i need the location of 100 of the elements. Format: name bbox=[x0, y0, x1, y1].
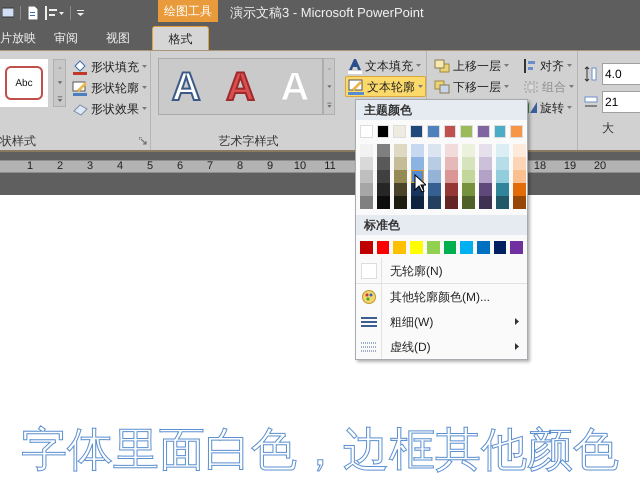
color-swatch[interactable] bbox=[513, 144, 526, 157]
color-swatch[interactable] bbox=[445, 144, 458, 157]
color-swatch[interactable] bbox=[479, 196, 492, 209]
color-swatch[interactable] bbox=[479, 183, 492, 196]
ribbon-command[interactable]: 形状填充 bbox=[69, 56, 150, 77]
document-icon[interactable] bbox=[27, 6, 39, 20]
color-swatch[interactable] bbox=[394, 170, 407, 183]
empty-swatch-icon bbox=[360, 262, 376, 278]
color-swatch[interactable] bbox=[377, 183, 390, 196]
ribbon-tab[interactable]: 视图 bbox=[92, 26, 144, 50]
color-swatch[interactable] bbox=[513, 157, 526, 170]
customize-toolbar-icon[interactable] bbox=[77, 10, 84, 16]
menu-item[interactable]: 虚线(D) bbox=[356, 334, 527, 359]
color-swatch[interactable] bbox=[444, 125, 456, 138]
color-swatch[interactable] bbox=[513, 183, 526, 196]
color-swatch[interactable] bbox=[496, 144, 509, 157]
color-swatch[interactable] bbox=[394, 196, 407, 209]
dialog-launcher-icon[interactable] bbox=[139, 137, 147, 145]
color-swatch[interactable] bbox=[476, 125, 490, 138]
color-swatch[interactable] bbox=[410, 241, 423, 254]
color-swatch[interactable] bbox=[510, 241, 524, 254]
ribbon-command[interactable]: 文本轮廓 bbox=[345, 76, 426, 97]
color-swatch[interactable] bbox=[428, 183, 441, 196]
pencil-outline-icon bbox=[72, 80, 88, 96]
color-swatch[interactable] bbox=[494, 241, 506, 254]
color-swatch[interactable] bbox=[376, 241, 390, 254]
ribbon-tab[interactable]: 片放映 bbox=[0, 26, 40, 50]
color-swatch[interactable] bbox=[428, 170, 441, 183]
color-swatch[interactable] bbox=[460, 241, 473, 254]
menu-item[interactable]: 其他轮廓颜色(M)... bbox=[356, 284, 527, 309]
color-swatch[interactable] bbox=[377, 196, 390, 209]
color-swatch[interactable] bbox=[479, 157, 492, 170]
width-field[interactable]: 21 bbox=[602, 91, 640, 113]
color-swatch[interactable] bbox=[479, 170, 492, 183]
caret-icon[interactable] bbox=[59, 12, 64, 14]
ribbon-command[interactable]: 对齐 bbox=[520, 55, 577, 76]
color-swatch[interactable] bbox=[360, 125, 373, 138]
color-swatch[interactable] bbox=[394, 183, 407, 196]
color-swatch[interactable] bbox=[376, 125, 390, 138]
group-label: 大 bbox=[602, 120, 615, 137]
color-swatch[interactable] bbox=[428, 157, 441, 170]
color-swatch[interactable] bbox=[479, 144, 492, 157]
color-swatch[interactable] bbox=[462, 183, 475, 196]
color-swatch[interactable] bbox=[444, 241, 456, 254]
color-swatch[interactable] bbox=[513, 170, 526, 183]
color-swatch[interactable] bbox=[360, 170, 373, 183]
menu-item[interactable]: 粗细(W) bbox=[356, 309, 527, 334]
color-swatch[interactable] bbox=[510, 125, 524, 138]
color-swatch[interactable] bbox=[360, 241, 373, 254]
color-swatch[interactable] bbox=[428, 144, 441, 157]
color-swatch[interactable] bbox=[377, 144, 390, 157]
color-swatch[interactable] bbox=[377, 170, 390, 183]
color-swatch[interactable] bbox=[426, 125, 440, 138]
color-swatch[interactable] bbox=[445, 170, 458, 183]
shape-style-preview[interactable]: Abc bbox=[0, 59, 48, 107]
menu-item[interactable]: 无轮廓(N) bbox=[356, 258, 527, 283]
color-swatch[interactable] bbox=[394, 157, 407, 170]
color-swatch[interactable] bbox=[411, 196, 424, 209]
color-swatch[interactable] bbox=[393, 125, 406, 138]
color-swatch[interactable] bbox=[360, 157, 373, 170]
color-swatch[interactable] bbox=[445, 196, 458, 209]
ribbon-command[interactable]: 上移一层 bbox=[431, 55, 512, 76]
bring-forward-icon bbox=[434, 58, 450, 72]
color-swatch[interactable] bbox=[496, 196, 509, 209]
slideshow-icon[interactable] bbox=[2, 7, 14, 19]
color-swatch[interactable] bbox=[360, 183, 373, 196]
color-swatch[interactable] bbox=[476, 241, 490, 254]
color-swatch[interactable] bbox=[494, 125, 506, 138]
color-swatch[interactable] bbox=[462, 157, 475, 170]
color-swatch[interactable] bbox=[394, 144, 407, 157]
color-swatch[interactable] bbox=[445, 157, 458, 170]
color-swatch[interactable] bbox=[462, 144, 475, 157]
ribbon-command[interactable]: 下移一层 bbox=[431, 76, 512, 97]
color-swatch[interactable] bbox=[377, 157, 390, 170]
color-swatch[interactable] bbox=[428, 196, 441, 209]
color-swatch[interactable] bbox=[410, 125, 423, 138]
color-swatch[interactable] bbox=[462, 196, 475, 209]
color-swatch[interactable] bbox=[426, 241, 440, 254]
color-swatch[interactable] bbox=[496, 157, 509, 170]
list-icon[interactable] bbox=[45, 6, 57, 20]
caret-icon bbox=[504, 64, 509, 67]
color-swatch[interactable] bbox=[513, 196, 526, 209]
height-field[interactable]: 4.0 bbox=[602, 63, 640, 85]
color-swatch[interactable] bbox=[411, 144, 424, 157]
context-tab-group: 绘图工具 bbox=[158, 0, 218, 22]
color-swatch[interactable] bbox=[360, 196, 373, 209]
color-swatch[interactable] bbox=[411, 157, 424, 170]
ribbon-command[interactable]: 形状轮廓 bbox=[69, 77, 150, 98]
color-swatch[interactable] bbox=[460, 125, 473, 138]
ribbon-tab[interactable]: 审阅 bbox=[40, 26, 92, 50]
color-swatch[interactable] bbox=[496, 170, 509, 183]
color-swatch[interactable] bbox=[445, 183, 458, 196]
color-swatch[interactable] bbox=[393, 241, 406, 254]
ribbon-tab[interactable]: 格式 bbox=[152, 26, 209, 50]
color-swatch[interactable] bbox=[360, 144, 373, 157]
ribbon-command[interactable]: 形状效果 bbox=[69, 98, 150, 119]
ribbon-command[interactable]: 文本填充 bbox=[345, 55, 426, 76]
color-swatch[interactable] bbox=[462, 170, 475, 183]
color-swatch[interactable] bbox=[496, 183, 509, 196]
ruler-number: 9 bbox=[266, 161, 274, 172]
